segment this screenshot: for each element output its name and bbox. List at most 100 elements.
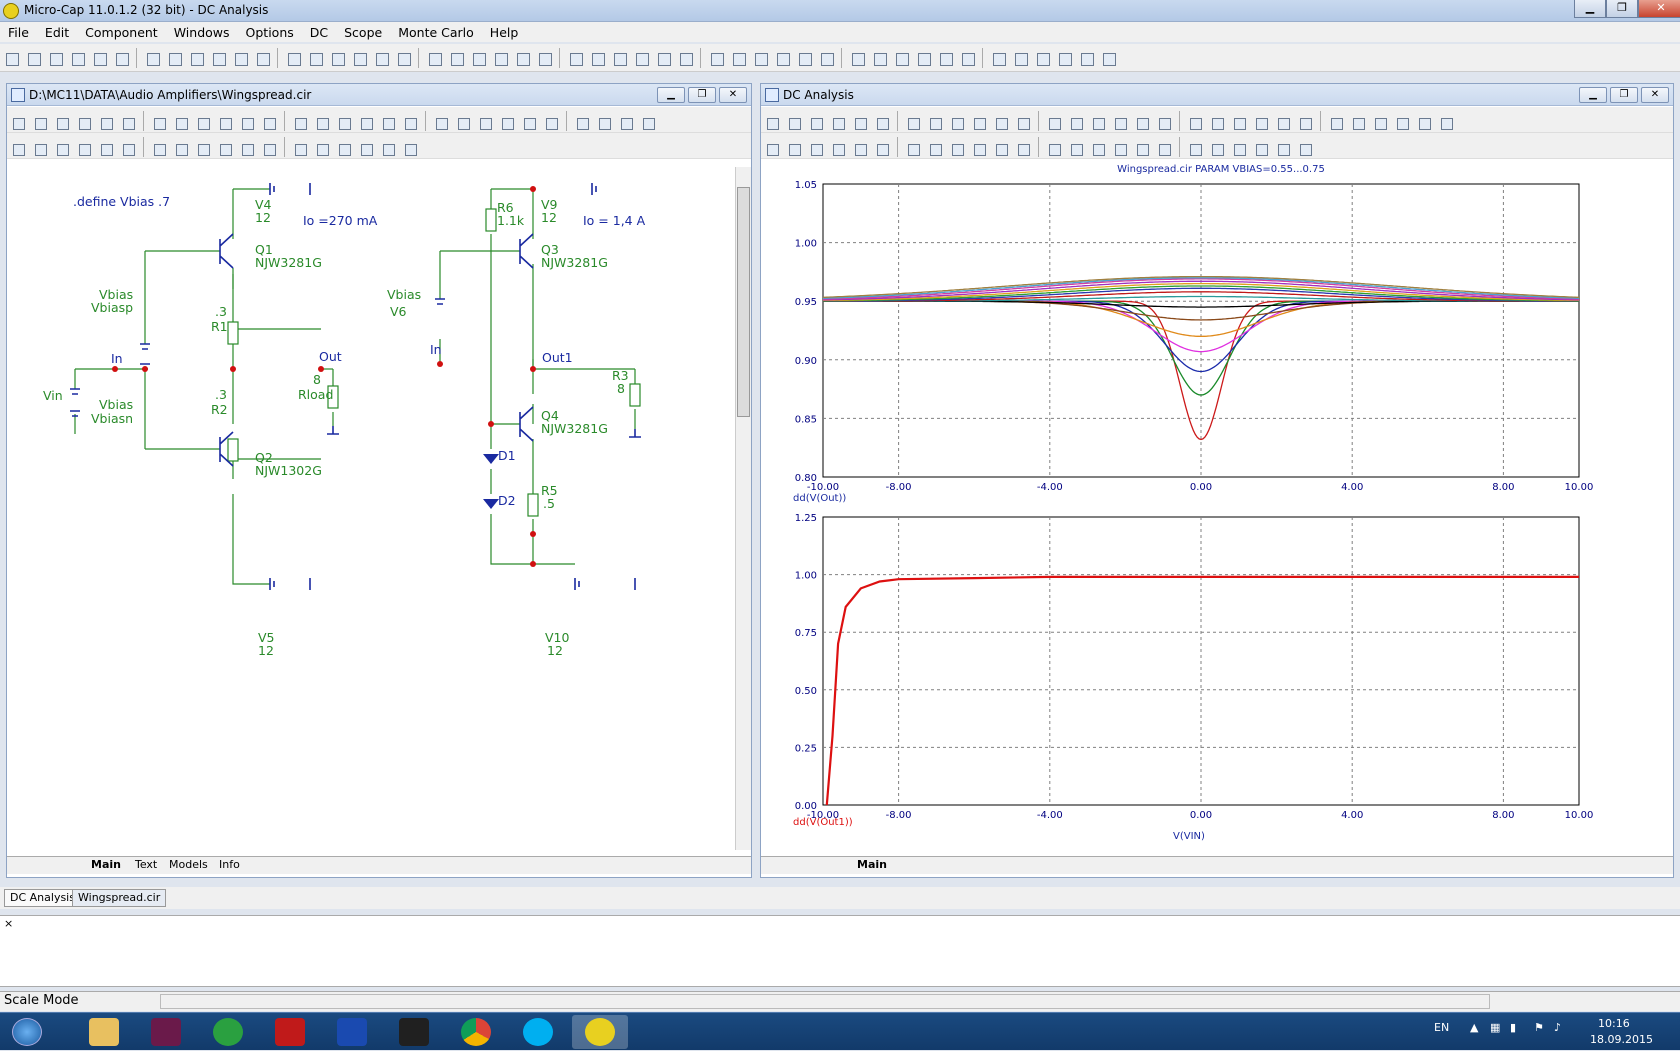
taskbar-explorer[interactable] — [76, 1015, 132, 1049]
toolbar-button[interactable] — [313, 114, 331, 132]
schematic-canvas[interactable]: V4 12 Q1 NJW3281G Vbias Vbiasp .3 R1 Vin… — [15, 164, 733, 854]
resistor-r2[interactable] — [227, 438, 239, 462]
toolbar-button[interactable] — [1133, 114, 1151, 132]
toolbar-button[interactable] — [1230, 140, 1248, 158]
tab-models[interactable]: Models — [165, 858, 212, 871]
toolbar-button[interactable] — [1010, 48, 1030, 68]
toolbar-button[interactable] — [1415, 114, 1433, 132]
toolbar-button[interactable] — [31, 140, 49, 158]
analysis-tab-main[interactable]: Main — [853, 858, 891, 871]
toolbar-button[interactable] — [283, 48, 303, 68]
doctab-dc-analysis[interactable]: DC Analysis — [4, 889, 81, 907]
toolbar-button[interactable] — [313, 140, 331, 158]
toolbar-button[interactable] — [904, 140, 922, 158]
taskbar-chrome[interactable] — [448, 1015, 504, 1049]
diode-d2[interactable] — [483, 499, 499, 509]
toolbar-button[interactable] — [542, 114, 560, 132]
toolbar-button[interactable] — [335, 114, 353, 132]
toolbar-button[interactable] — [119, 114, 137, 132]
menu-edit[interactable]: Edit — [37, 25, 77, 40]
analysis-plot-area[interactable]: Wingspread.cir PARAM VBIAS=0.55...0.75 -… — [763, 162, 1671, 862]
analysis-minimize-button[interactable]: ▁ — [1579, 87, 1607, 103]
toolbar-button[interactable] — [573, 114, 591, 132]
toolbar-button[interactable] — [1111, 140, 1129, 158]
toolbar-button[interactable] — [1014, 140, 1032, 158]
toolbar-button[interactable] — [335, 140, 353, 158]
toolbar-button[interactable] — [393, 48, 413, 68]
tray-date[interactable]: 18.09.2015 — [1590, 1033, 1653, 1046]
toolbar-button[interactable] — [238, 114, 256, 132]
toolbar-button[interactable] — [1349, 114, 1367, 132]
diode-d1[interactable] — [483, 454, 499, 464]
toolbar-button[interactable] — [31, 114, 49, 132]
toolbar-button[interactable] — [142, 48, 162, 68]
toolbar-button[interactable] — [873, 140, 891, 158]
tab-text[interactable]: Text — [131, 858, 161, 871]
tray-up-arrow-icon[interactable]: ▲ — [1470, 1021, 1478, 1034]
toolbar-button[interactable] — [432, 114, 450, 132]
toolbar-button[interactable] — [1089, 140, 1107, 158]
toolbar-button[interactable] — [23, 48, 43, 68]
resistor-r5[interactable] — [527, 493, 539, 517]
taskbar-microcap[interactable] — [572, 1015, 628, 1049]
doctab-wingspread[interactable]: Wingspread.cir — [72, 889, 167, 907]
toolbar-button[interactable] — [216, 140, 234, 158]
toolbar-button[interactable] — [111, 48, 131, 68]
toolbar-button[interactable] — [371, 48, 391, 68]
taskbar-filezilla[interactable] — [262, 1015, 318, 1049]
toolbar-button[interactable] — [1054, 48, 1074, 68]
toolbar-button[interactable] — [424, 48, 444, 68]
toolbar-button[interactable] — [1045, 114, 1063, 132]
menu-file[interactable]: File — [0, 25, 37, 40]
toolbar-button[interactable] — [75, 114, 93, 132]
toolbar-button[interactable] — [9, 114, 27, 132]
menu-component[interactable]: Component — [77, 25, 166, 40]
toolbar-button[interactable] — [208, 48, 228, 68]
toolbar-button[interactable] — [520, 114, 538, 132]
menu-help[interactable]: Help — [482, 25, 527, 40]
toolbar-button[interactable] — [53, 114, 71, 132]
toolbar-button[interactable] — [639, 114, 657, 132]
toolbar-button[interactable] — [948, 140, 966, 158]
toolbar-button[interactable] — [1155, 140, 1173, 158]
toolbar-button[interactable] — [992, 114, 1010, 132]
command-area[interactable]: × — [0, 915, 1680, 987]
toolbar-button[interactable] — [728, 48, 748, 68]
vscroll-thumb[interactable] — [737, 187, 750, 417]
toolbar-button[interactable] — [1252, 114, 1270, 132]
toolbar-button[interactable] — [1067, 140, 1085, 158]
toolbar-button[interactable] — [349, 48, 369, 68]
toolbar-button[interactable] — [1274, 140, 1292, 158]
toolbar-button[interactable] — [186, 48, 206, 68]
toolbar-button[interactable] — [763, 114, 781, 132]
toolbar-button[interactable] — [164, 48, 184, 68]
toolbar-button[interactable] — [119, 140, 137, 158]
tray-flag-icon[interactable]: ⚑ — [1534, 1021, 1544, 1034]
toolbar-button[interactable] — [216, 114, 234, 132]
toolbar-button[interactable] — [1296, 140, 1314, 158]
toolbar-button[interactable] — [1098, 48, 1118, 68]
toolbar-button[interactable] — [772, 48, 792, 68]
toolbar-button[interactable] — [807, 114, 825, 132]
toolbar-button[interactable] — [957, 48, 977, 68]
toolbar-button[interactable] — [873, 114, 891, 132]
toolbar-button[interactable] — [935, 48, 955, 68]
toolbar-button[interactable] — [1208, 114, 1226, 132]
schematic-restore-button[interactable]: ❐ — [688, 87, 716, 103]
start-button[interactable] — [2, 1015, 52, 1049]
toolbar-button[interactable] — [1252, 140, 1270, 158]
toolbar-button[interactable] — [1327, 114, 1345, 132]
toolbar-button[interactable] — [401, 140, 419, 158]
toolbar-button[interactable] — [379, 140, 397, 158]
toolbar-button[interactable] — [97, 140, 115, 158]
toolbar-button[interactable] — [785, 114, 803, 132]
toolbar-button[interactable] — [653, 48, 673, 68]
toolbar-button[interactable] — [45, 48, 65, 68]
toolbar-button[interactable] — [926, 114, 944, 132]
toolbar-button[interactable] — [194, 140, 212, 158]
toolbar-button[interactable] — [816, 48, 836, 68]
toolbar-button[interactable] — [1155, 114, 1173, 132]
toolbar-button[interactable] — [948, 114, 966, 132]
toolbar-button[interactable] — [750, 48, 770, 68]
toolbar-button[interactable] — [498, 114, 516, 132]
